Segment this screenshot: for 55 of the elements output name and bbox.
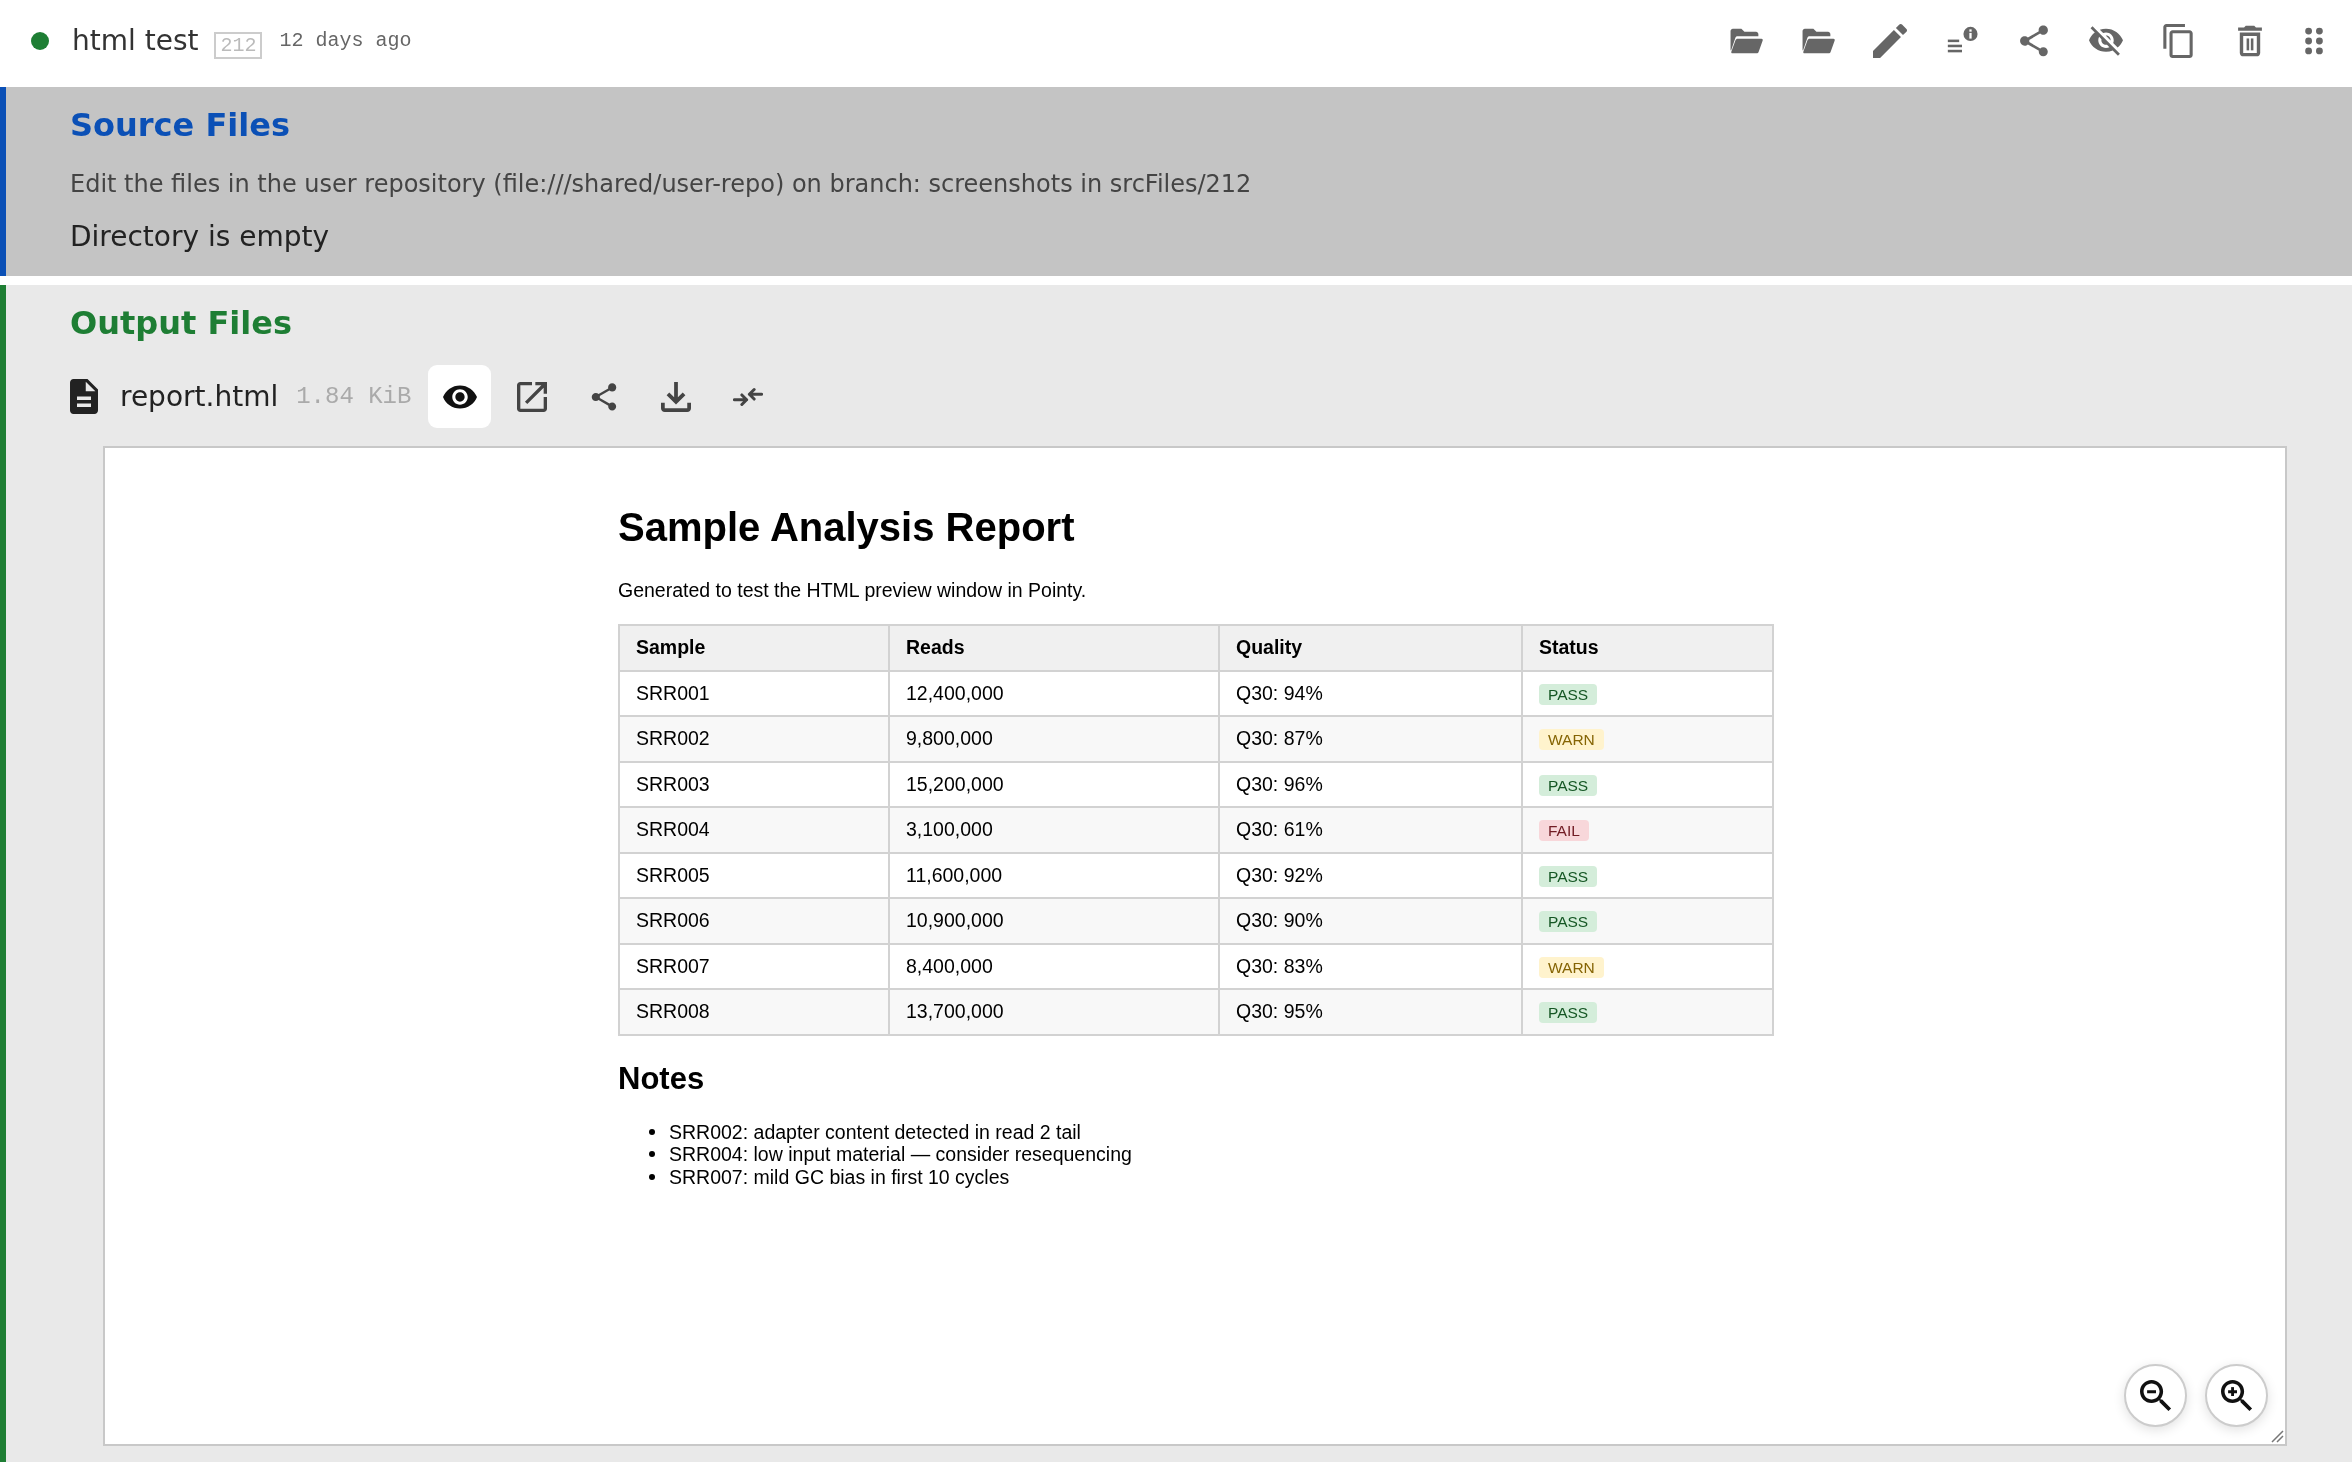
table-cell: 10,900,000 xyxy=(889,898,1219,944)
status-badge: PASS xyxy=(1539,865,1598,887)
note-item: SRR004: low input material — consider resequencing xyxy=(669,1143,1132,1166)
table-cell: Q30: 87% xyxy=(1219,716,1522,762)
column-header: Reads xyxy=(889,625,1219,671)
empty-message: Directory is empty xyxy=(70,220,331,254)
table-cell: 9,800,000 xyxy=(889,716,1219,762)
zoom-in-button[interactable] xyxy=(2205,1364,2268,1427)
section-description: Edit the files in the user repository (file:///shared/user-repo) on branch: screenshots in srcFiles/212 xyxy=(70,169,1253,199)
zoom-out-button[interactable] xyxy=(2124,1364,2187,1427)
pencil-icon[interactable] xyxy=(1873,23,1907,58)
copy-icon[interactable] xyxy=(2161,23,2195,58)
note-item: SRR007: mild GC bias in first 10 cycles xyxy=(669,1165,1010,1188)
table-cell: SRR002 xyxy=(619,716,889,762)
status-badge: PASS xyxy=(1539,1002,1598,1023)
bullet-icon xyxy=(649,1173,655,1180)
report-title: Sample Analysis Report xyxy=(618,504,1076,551)
project-id-badge: 212 xyxy=(214,32,263,59)
status-badge: PASS xyxy=(1539,774,1598,796)
resize-handle-icon[interactable] xyxy=(2270,1429,2284,1443)
eye-off-icon[interactable] xyxy=(2089,23,2123,58)
status-badge: PASS xyxy=(1539,683,1598,705)
note-item: SRR002: adapter content detected in read 2 tail xyxy=(669,1120,1081,1143)
column-header: Status xyxy=(1522,625,1773,671)
document-icon xyxy=(70,379,98,414)
preview-button[interactable] xyxy=(428,365,492,428)
status-badge: WARN xyxy=(1539,729,1604,750)
column-header: Sample xyxy=(619,625,889,671)
zoom-in-icon xyxy=(2220,1379,2253,1412)
section-title: Output Files xyxy=(70,304,293,342)
updated-time: 12 days ago xyxy=(279,29,412,52)
download-icon[interactable] xyxy=(660,381,691,412)
section-title: Source Files xyxy=(70,106,291,144)
table-cell: 3,100,000 xyxy=(889,807,1219,853)
report-intro: Generated to test the HTML preview window in Pointy. xyxy=(618,578,1088,602)
table-cell: SRR004 xyxy=(619,807,889,853)
table-cell: Q30: 61% xyxy=(1219,807,1522,853)
status-badge: PASS xyxy=(1539,911,1598,932)
notes-heading: Notes xyxy=(618,1060,706,1097)
table-cell: Q30: 95% xyxy=(1219,989,1522,1035)
column-header: Quality xyxy=(1219,625,1522,671)
project-title: html test xyxy=(72,24,199,57)
zoom-out-icon xyxy=(2139,1379,2172,1412)
table-cell: SRR006 xyxy=(619,898,889,944)
table-cell: Q30: 90% xyxy=(1219,898,1522,944)
bullet-icon xyxy=(649,1128,655,1135)
bullet-icon xyxy=(649,1151,655,1158)
status-badge: FAIL xyxy=(1539,820,1589,841)
share-icon[interactable] xyxy=(2017,23,2051,58)
file-size: 1.84 KiB xyxy=(296,383,412,410)
table-cell: 13,700,000 xyxy=(889,989,1219,1035)
file-name[interactable]: report.html xyxy=(120,380,279,413)
external-link-icon[interactable] xyxy=(516,381,547,412)
status-badge: WARN xyxy=(1539,956,1604,978)
table-cell: SRR008 xyxy=(619,989,889,1035)
